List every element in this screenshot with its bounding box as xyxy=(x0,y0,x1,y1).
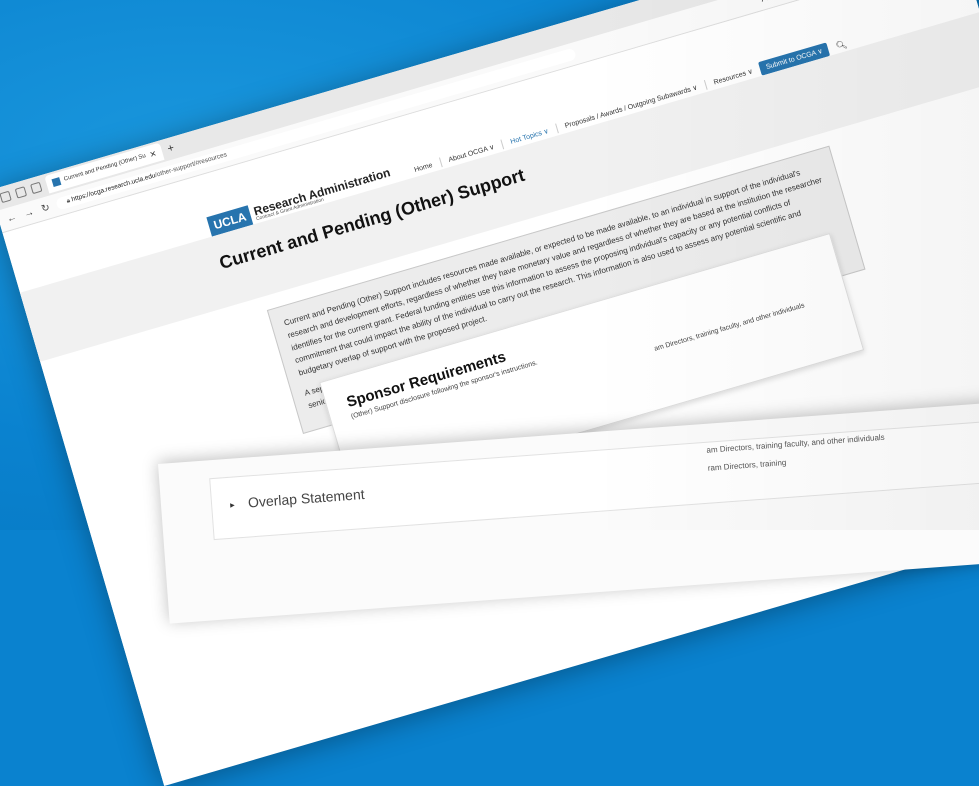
nav-divider xyxy=(438,157,443,168)
close-tab-icon[interactable]: ✕ xyxy=(149,149,158,160)
partial-text-1: am Directors, training faculty, and othe… xyxy=(653,302,806,353)
nav-divider xyxy=(703,79,708,90)
forward-icon[interactable]: → xyxy=(23,206,36,219)
accordion-label: Overlap Statement xyxy=(247,485,366,511)
lock-icon: 🔒︎ xyxy=(65,197,71,205)
nav-divider xyxy=(500,139,505,150)
refresh-icon[interactable]: ↻ xyxy=(40,202,51,215)
back-icon[interactable]: ← xyxy=(5,211,18,224)
favicon-icon xyxy=(51,177,62,187)
tab-actions-icon[interactable] xyxy=(30,181,43,195)
workspaces-icon[interactable] xyxy=(14,186,28,199)
profile-icon[interactable] xyxy=(0,190,12,204)
new-tab-icon[interactable]: + xyxy=(166,142,176,155)
caret-right-icon: ▸ xyxy=(229,499,236,510)
nav-divider xyxy=(554,123,559,134)
read-aloud-icon[interactable]: A xyxy=(759,0,768,4)
